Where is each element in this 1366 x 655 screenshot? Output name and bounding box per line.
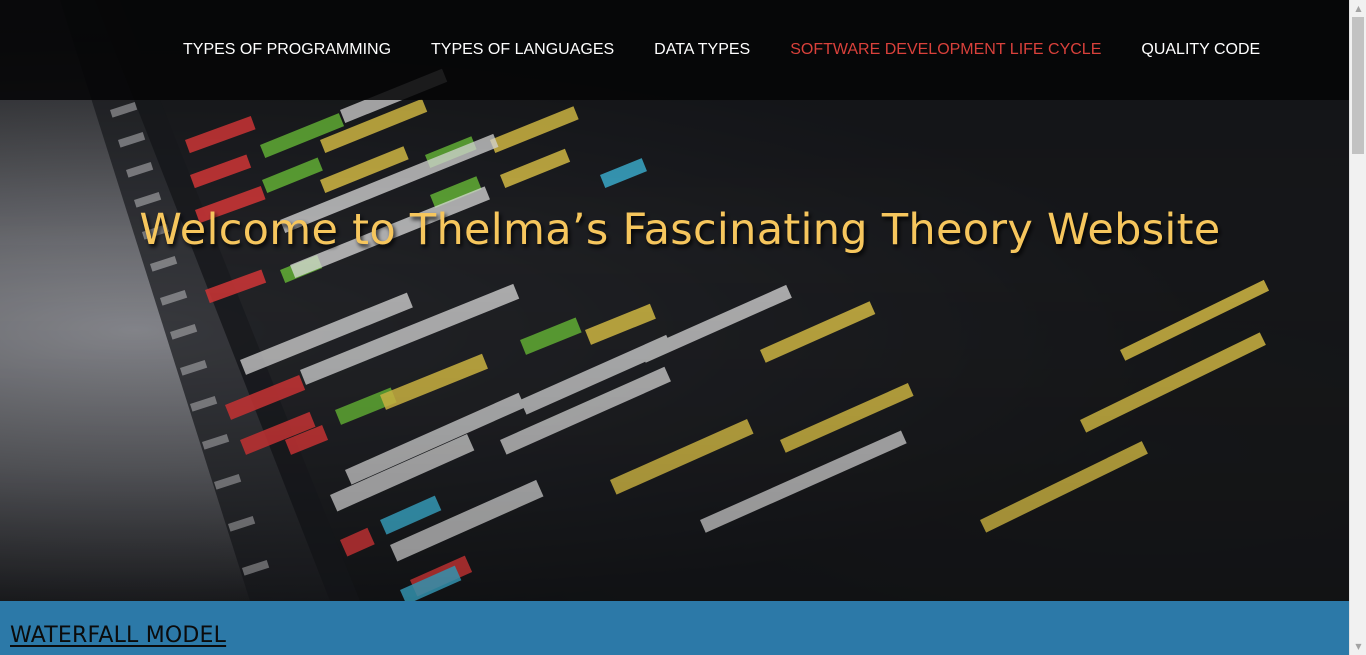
nav-item-types-of-languages[interactable]: TYPES OF LANGUAGES [431, 40, 614, 60]
nav-item-data-types[interactable]: DATA TYPES [654, 40, 750, 60]
top-navbar: TYPES OF PROGRAMMING TYPES OF LANGUAGES … [0, 0, 1349, 100]
waterfall-model-section: WATERFALL MODEL [0, 601, 1349, 655]
scrollbar-thumb[interactable] [1352, 17, 1364, 154]
section-heading: WATERFALL MODEL [10, 623, 227, 648]
nav-item-software-development-life-cycle[interactable]: SOFTWARE DEVELOPMENT LIFE CYCLE [790, 40, 1101, 60]
scroll-up-arrow-icon[interactable]: ▲ [1350, 0, 1366, 17]
nav-item-quality-code[interactable]: QUALITY CODE [1141, 40, 1260, 60]
nav-item-types-of-programming[interactable]: TYPES OF PROGRAMMING [183, 40, 391, 60]
page-scrollbar[interactable]: ▲ ▼ [1349, 0, 1366, 655]
hero-title: Welcome to Thelma’s Fascinating Theory W… [139, 205, 1221, 255]
nav-menu: TYPES OF PROGRAMMING TYPES OF LANGUAGES … [183, 40, 1260, 60]
scroll-down-arrow-icon[interactable]: ▼ [1350, 638, 1366, 655]
browser-viewport: Welcome to Thelma’s Fascinating Theory W… [0, 0, 1366, 655]
